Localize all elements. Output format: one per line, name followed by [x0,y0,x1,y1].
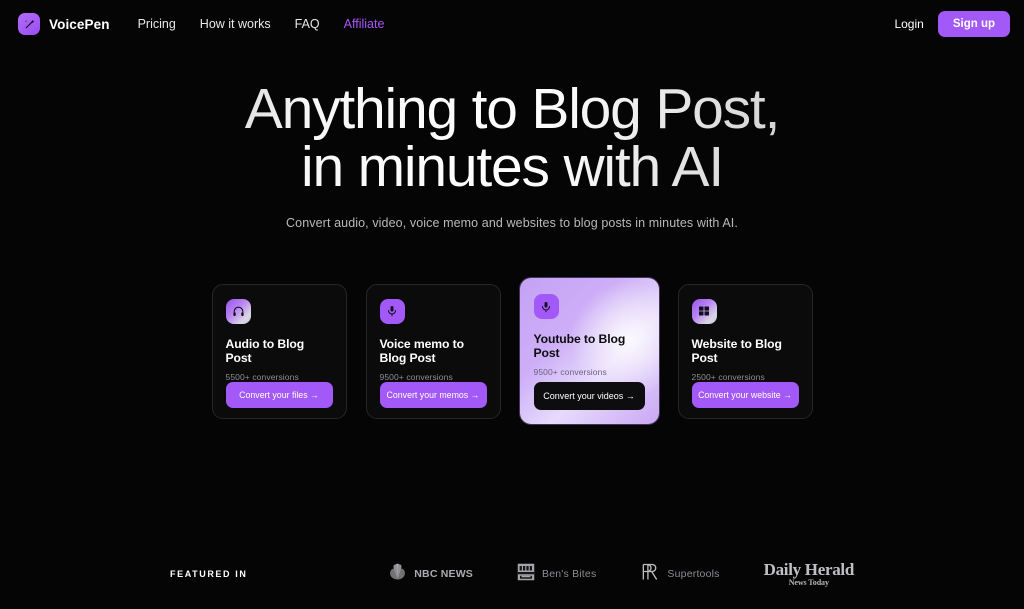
logo-label: NBC NEWS [414,568,474,580]
convert-files-button[interactable]: Convert your files → [225,381,333,408]
daily-herald-title: Daily Herald [763,560,855,579]
card-title: Youtube to Blog Post [533,332,626,360]
hero-title-line-2: in minutes with AI [301,135,723,199]
nav-link-faq[interactable]: FAQ [295,17,320,31]
card-conversions: 9500+ conversions [533,367,607,377]
hero-subtitle: Convert audio, video, voice memo and web… [286,216,738,230]
signup-button[interactable]: Sign up [937,11,1010,37]
featured-in-label: FEATURED IN [170,569,248,579]
headphones-icon [225,298,251,324]
featured-in-section: FEATURED IN NBC NEWS Ben's Bites Superto… [0,561,1024,587]
magic-wand-icon [18,13,40,35]
logo-supertools: Supertools [640,562,719,587]
daily-herald-tagline: News Today [788,578,829,587]
hero-section: Anything to Blog Post, in minutes with A… [0,80,1024,230]
convert-memos-button[interactable]: Convert your memos → [379,381,487,408]
logo-daily-herald: Daily Herald News Today [763,560,855,587]
convert-videos-button[interactable]: Convert your videos → [533,382,645,410]
card-youtube-to-blog-post[interactable]: Youtube to Blog Post 9500+ conversions C… [520,278,659,424]
microphone-icon [533,294,559,319]
login-link[interactable]: Login [894,17,923,31]
window-grid-icon [691,298,717,324]
card-website-to-blog-post[interactable]: Website to Blog Post 2500+ conversions C… [677,283,813,419]
logo-label: Supertools [667,568,720,580]
card-title: Voice memo to Blog Post [379,336,465,365]
card-title: Audio to Blog Post [225,336,305,365]
card-conversions: 2500+ conversions [691,371,765,382]
nbc-peacock-icon [388,563,407,585]
logo-nbc-news: NBC NEWS [388,563,473,585]
card-title: Website to Blog Post [691,336,782,365]
card-conversions: 5500+ conversions [225,371,299,382]
brand-name: VoicePen [49,16,110,32]
nav-link-affiliate[interactable]: Affiliate [344,17,385,31]
card-audio-to-blog-post[interactable]: Audio to Blog Post 5500+ conversions Con… [211,283,347,419]
convert-website-button[interactable]: Convert your website → [691,381,799,408]
featured-logo-row: NBC NEWS Ben's Bites Supertools Daily He… [388,561,854,587]
supertools-monogram-icon [640,562,660,587]
page-title: Anything to Blog Post, in minutes with A… [0,80,1024,196]
card-conversions: 9500+ conversions [379,371,453,382]
daily-herald-wordmark: Daily Herald News Today [763,560,855,587]
nav-links: Pricing How it works FAQ Affiliate [138,17,385,31]
microphone-icon [379,298,405,324]
logo-bens-bites: Ben's Bites [517,563,596,586]
top-navigation-bar: VoicePen Pricing How it works FAQ Affili… [0,0,1024,48]
hero-title-line-1: Anything to Blog Post, [244,77,780,141]
nav-link-how-it-works[interactable]: How it works [200,17,271,31]
brand-logo-link[interactable]: VoicePen [18,13,110,35]
nav-actions: Login Sign up [894,11,1010,37]
bens-bites-icon [517,563,535,586]
logo-label: Ben's Bites [542,568,597,580]
card-voice-memo-to-blog-post[interactable]: Voice memo to Blog Post 9500+ conversion… [365,283,501,419]
nav-link-pricing[interactable]: Pricing [138,17,176,31]
conversion-cards: Audio to Blog Post 5500+ conversions Con… [0,278,1024,424]
